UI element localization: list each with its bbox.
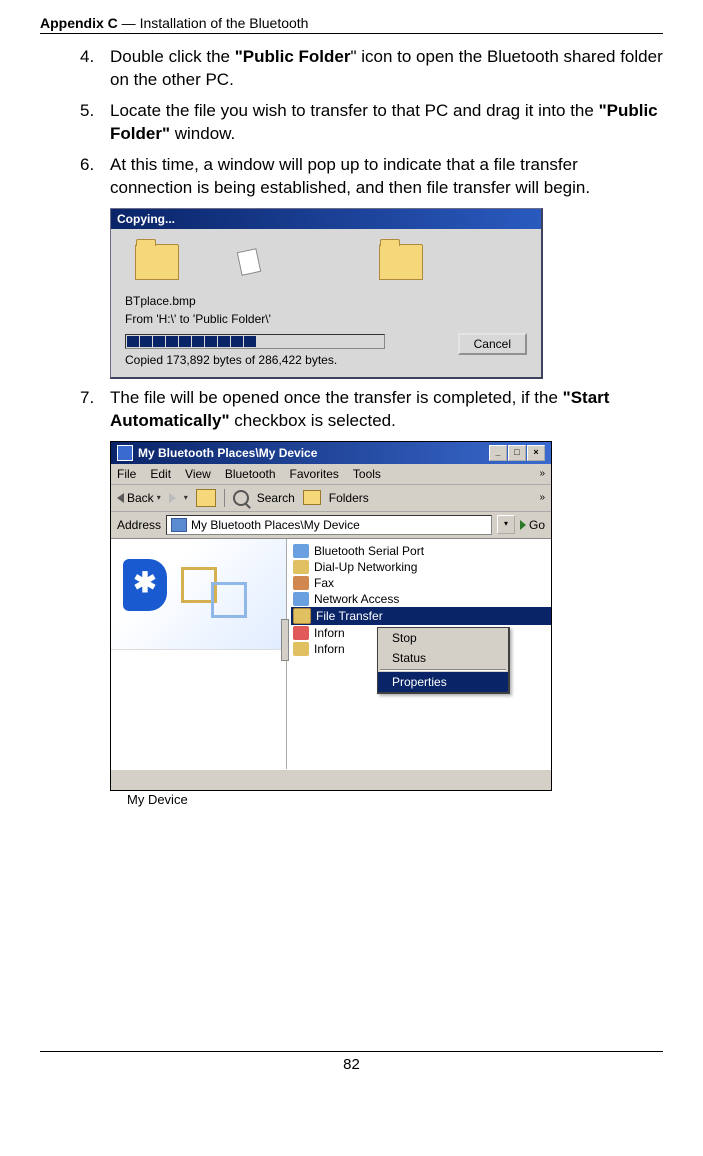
fax-icon [293, 576, 309, 590]
addressbar: Address My Bluetooth Places\My Device ▾ … [111, 512, 551, 539]
address-icon [171, 518, 187, 532]
copy-status: Copied 173,892 bytes of 286,422 bytes. [125, 353, 527, 367]
step-text: At this time, a window will pop up to in… [110, 154, 663, 200]
context-menu: Stop Status Properties [377, 627, 510, 694]
folder-source-icon [135, 244, 179, 280]
dialup-icon [293, 560, 309, 574]
device-label: My Device [127, 792, 188, 807]
toolbar: Back ▾ ▾ Search Folders » [111, 485, 551, 512]
dropdown-icon: ▾ [184, 493, 188, 502]
service-serial[interactable]: Bluetooth Serial Port [291, 543, 551, 559]
minimize-button[interactable]: _ [489, 445, 507, 461]
service-network[interactable]: Network Access [291, 591, 551, 607]
header-title: Installation of the Bluetooth [140, 15, 309, 31]
info-icon [293, 626, 309, 640]
cancel-button[interactable]: Cancel [458, 333, 527, 355]
address-input[interactable]: My Bluetooth Places\My Device [166, 515, 492, 535]
context-stop[interactable]: Stop [378, 628, 508, 648]
context-status[interactable]: Status [378, 648, 508, 668]
right-pane: Bluetooth Serial Port Dial-Up Networking… [287, 539, 551, 769]
page-number: 82 [343, 1056, 360, 1073]
step-text: Double click the "Public Folder" icon to… [110, 46, 663, 92]
appendix-label: Appendix C [40, 15, 118, 31]
decorative-shapes [181, 567, 251, 617]
header-sep: — [118, 15, 140, 31]
search-icon [233, 490, 249, 506]
menu-file[interactable]: File [117, 467, 136, 481]
step-text: The file will be opened once the transfe… [110, 387, 663, 433]
menu-separator [380, 669, 506, 671]
page-header: Appendix C — Installation of the Bluetoo… [40, 15, 663, 34]
chevron-icon[interactable]: » [539, 492, 545, 503]
copying-dialog-figure: Copying... BTplace.bmp From 'H:\' to 'Pu… [110, 208, 663, 379]
step-number: 4. [80, 46, 110, 92]
folders-icon [303, 490, 321, 505]
service-file-transfer[interactable]: File Transfer [291, 607, 551, 625]
maximize-button[interactable]: □ [508, 445, 526, 461]
copy-filename: BTplace.bmp [125, 294, 527, 308]
chevron-icon[interactable]: » [539, 468, 545, 479]
context-properties[interactable]: Properties [378, 672, 508, 692]
dialog-title: Copying... [111, 209, 541, 229]
go-arrow-icon [520, 520, 526, 530]
service-fax[interactable]: Fax [291, 575, 551, 591]
step-5: 5. Locate the file you wish to transfer … [80, 100, 663, 146]
folder-icon [293, 608, 311, 624]
back-button[interactable]: Back ▾ [117, 491, 161, 505]
forward-button[interactable] [169, 493, 176, 503]
close-button[interactable]: × [527, 445, 545, 461]
statusbar [111, 769, 551, 790]
window-icon [117, 445, 133, 461]
network-icon [293, 592, 309, 606]
step-text: Locate the file you wish to transfer to … [110, 100, 663, 146]
menu-favorites[interactable]: Favorites [290, 467, 339, 481]
step-number: 5. [80, 100, 110, 146]
explorer-window: My Bluetooth Places\My Device _ □ × File… [110, 441, 552, 791]
titlebar[interactable]: My Bluetooth Places\My Device _ □ × [111, 442, 551, 464]
step-number: 6. [80, 154, 110, 200]
step-number: 7. [80, 387, 110, 433]
menu-edit[interactable]: Edit [150, 467, 171, 481]
left-pane: ✱ My Device [111, 539, 287, 769]
service-dialup[interactable]: Dial-Up Networking [291, 559, 551, 575]
dropdown-icon: ▾ [157, 493, 161, 502]
copy-from: From 'H:\' to 'Public Folder\' [125, 312, 527, 326]
step-6: 6. At this time, a window will pop up to… [80, 154, 663, 200]
go-button[interactable]: Go [520, 518, 545, 532]
menu-tools[interactable]: Tools [353, 467, 381, 481]
window-title: My Bluetooth Places\My Device [138, 446, 317, 460]
progress-bar [125, 334, 385, 349]
search-button[interactable]: Search [257, 491, 295, 505]
flying-paper-icon [237, 248, 262, 276]
page-footer: 82 [40, 1051, 663, 1073]
explorer-figure: My Bluetooth Places\My Device _ □ × File… [110, 441, 663, 791]
menu-view[interactable]: View [185, 467, 211, 481]
bluetooth-icon: ✱ [123, 559, 167, 611]
step-7: 7. The file will be opened once the tran… [80, 387, 663, 433]
folder-dest-icon [379, 244, 423, 280]
step-4: 4. Double click the "Public Folder" icon… [80, 46, 663, 92]
address-label: Address [117, 518, 161, 532]
address-value: My Bluetooth Places\My Device [191, 518, 360, 532]
menu-bluetooth[interactable]: Bluetooth [225, 467, 276, 481]
serial-icon [293, 544, 309, 558]
up-folder-button[interactable] [196, 489, 216, 507]
copying-dialog: Copying... BTplace.bmp From 'H:\' to 'Pu… [110, 208, 543, 379]
folders-button[interactable]: Folders [329, 491, 369, 505]
info-icon [293, 642, 309, 656]
address-dropdown-button[interactable]: ▾ [497, 515, 515, 534]
menubar: File Edit View Bluetooth Favorites Tools… [111, 464, 551, 485]
arrow-left-icon [117, 493, 124, 503]
